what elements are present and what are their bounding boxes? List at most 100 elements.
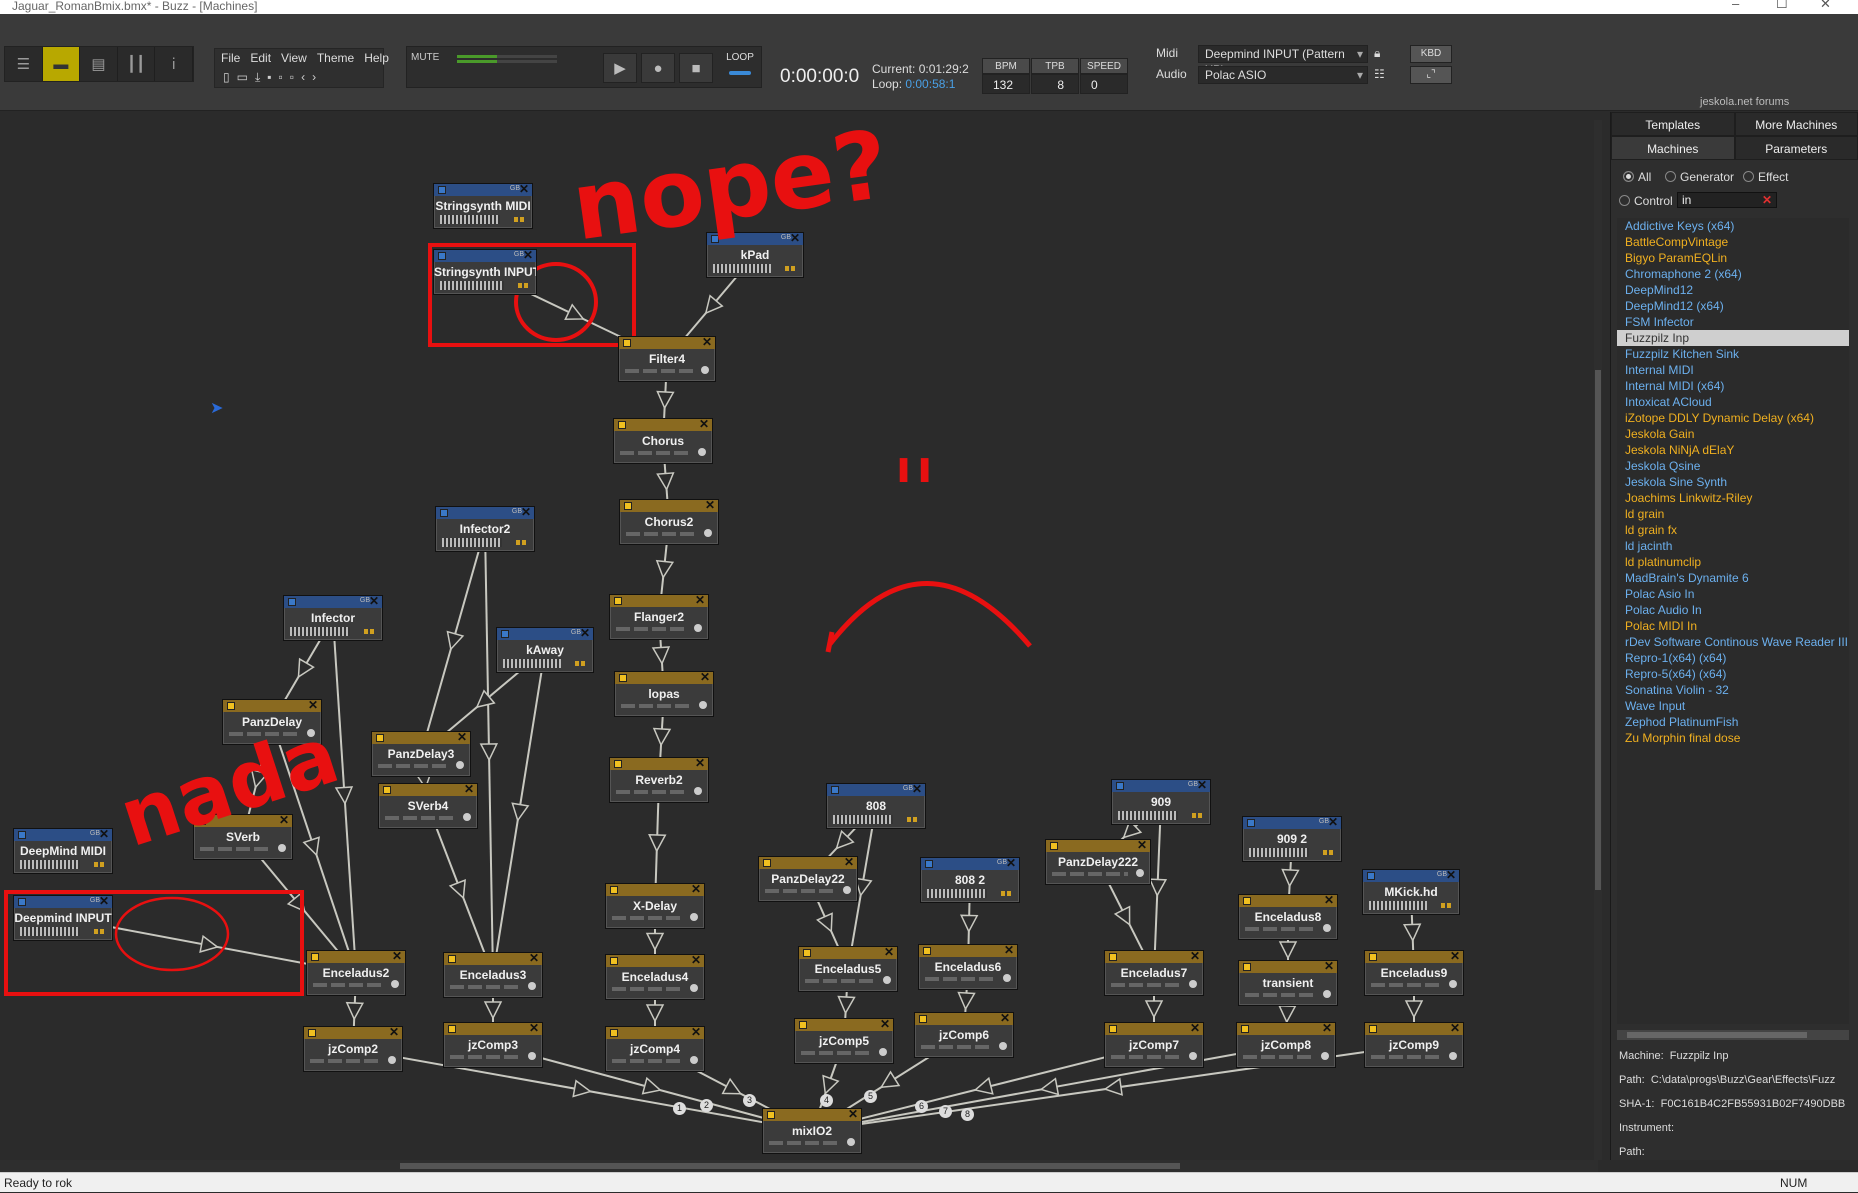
machine-led-icon[interactable] [614, 597, 622, 605]
machine-close-icon[interactable]: ✕ [1006, 856, 1016, 870]
machine-led-icon[interactable] [618, 421, 626, 429]
machine-led-icon[interactable] [831, 786, 839, 794]
machine-led-icon[interactable] [610, 1029, 618, 1037]
machine-close-icon[interactable]: ✕ [699, 417, 709, 431]
machine-list-item[interactable]: MadBrain's Dynamite 6 [1617, 570, 1849, 586]
machine-close-icon[interactable]: ✕ [523, 248, 533, 262]
machine-list-item[interactable]: Zu Morphin final dose [1617, 730, 1849, 746]
machine-list-item[interactable]: Chromaphone 2 (x64) [1617, 266, 1849, 282]
machine-close-icon[interactable]: ✕ [1446, 868, 1456, 882]
machine-close-icon[interactable]: ✕ [844, 855, 854, 869]
machine-controls[interactable] [612, 987, 682, 991]
machine-led-icon[interactable] [1243, 897, 1251, 905]
machine-close-icon[interactable]: ✕ [1000, 1011, 1010, 1025]
machine-close-icon[interactable]: ✕ [529, 1021, 539, 1035]
machine-close-icon[interactable]: ✕ [848, 1107, 858, 1121]
machine-controls[interactable] [1369, 901, 1427, 910]
machine-close-icon[interactable]: ✕ [1324, 893, 1334, 907]
menu-view[interactable]: View [281, 51, 307, 65]
machine-enceladus2[interactable]: ✕Enceladus2 [306, 950, 406, 996]
machine-list-item[interactable]: ld platinumclip [1617, 554, 1849, 570]
machine-list-item[interactable]: Fuzzpilz Kitchen Sink [1617, 346, 1849, 362]
machine-list-item[interactable]: FSM Infector [1617, 314, 1849, 330]
machine-controls[interactable] [20, 927, 80, 936]
machine-controls[interactable] [310, 1059, 380, 1063]
machine-led-icon[interactable] [925, 860, 933, 868]
machine-list-item[interactable]: BattleCompVintage [1617, 234, 1849, 250]
machine-led-icon[interactable] [18, 831, 26, 839]
machine-close-icon[interactable]: ✕ [1328, 815, 1338, 829]
machine-controls[interactable] [621, 704, 691, 708]
machine-led-icon[interactable] [448, 955, 456, 963]
pattern-view-icon[interactable]: ☰ [5, 47, 43, 81]
machine-close-icon[interactable]: ✕ [691, 953, 701, 967]
machine-chorus[interactable]: ✕Chorus [613, 418, 713, 464]
machine-list-item[interactable]: DeepMind12 [1617, 282, 1849, 298]
tab-machines[interactable]: Machines [1611, 136, 1735, 160]
machine-led-icon[interactable] [1369, 1025, 1377, 1033]
machine-close-icon[interactable]: ✕ [790, 231, 800, 245]
machine-led-icon[interactable] [614, 760, 622, 768]
filter-all[interactable]: All [1623, 170, 1651, 184]
machine-enceladus3[interactable]: ✕Enceladus3 [443, 952, 543, 998]
machine-led-icon[interactable] [227, 702, 235, 710]
machine-controls[interactable] [450, 1055, 520, 1059]
machine-led-icon[interactable] [610, 886, 618, 894]
machine-close-icon[interactable]: ✕ [884, 945, 894, 959]
machine-led-icon[interactable] [623, 339, 631, 347]
bpm-value[interactable]: 132 [982, 74, 1030, 94]
machine-close-icon[interactable]: ✕ [695, 593, 705, 607]
machine-list-item[interactable]: Repro-1(x64) (x64) [1617, 650, 1849, 666]
machine-controls[interactable] [612, 916, 682, 920]
machine-led-icon[interactable] [799, 1021, 807, 1029]
machine-close-icon[interactable]: ✕ [99, 827, 109, 841]
machine-controls[interactable] [713, 264, 771, 273]
minimize-icon[interactable]: – [1732, 0, 1739, 10]
machine-transient[interactable]: ✕transient [1238, 960, 1338, 1006]
machine-led-icon[interactable] [919, 1015, 927, 1023]
machine-led-icon[interactable] [376, 734, 384, 742]
machine-stringsynth-input[interactable]: GB✕Stringsynth INPUT [433, 249, 537, 295]
machine-list-item[interactable]: Repro-5(x64) (x64) [1617, 666, 1849, 682]
machine-controls[interactable] [1118, 811, 1178, 820]
menu-help[interactable]: Help [364, 51, 389, 65]
machine-stringsynth-midi[interactable]: GB✕Stringsynth MIDI [433, 183, 533, 229]
loop-button[interactable]: LOOP [721, 52, 759, 84]
machine-led-icon[interactable] [383, 786, 391, 794]
machine-close-icon[interactable]: ✕ [695, 756, 705, 770]
machine-close-icon[interactable]: ✕ [99, 894, 109, 908]
vertical-scrollbar[interactable] [1594, 120, 1602, 1160]
machine-enceladus4[interactable]: ✕Enceladus4 [605, 954, 705, 1000]
tab-templates[interactable]: Templates [1611, 112, 1735, 136]
machine-controls[interactable] [1245, 927, 1315, 931]
forward-icon[interactable]: › [312, 70, 316, 85]
audio-device-select[interactable]: Polac ASIO [1198, 66, 1368, 84]
machine-controls[interactable] [1245, 993, 1315, 997]
machine-jzcomp5[interactable]: ✕jzComp5 [794, 1018, 894, 1064]
machine-controls[interactable] [769, 1141, 839, 1145]
machine-led-icon[interactable] [1050, 842, 1058, 850]
machine-909-2[interactable]: GB✕909 2 [1242, 816, 1342, 862]
machine-controls[interactable] [1371, 1055, 1441, 1059]
machine-close-icon[interactable]: ✕ [457, 730, 467, 744]
machine-enceladus9[interactable]: ✕Enceladus9 [1364, 950, 1464, 996]
machine-controls[interactable] [313, 983, 383, 987]
machine-list-item[interactable]: Zephod PlatinumFish [1617, 714, 1849, 730]
machine-close-icon[interactable]: ✕ [1197, 778, 1207, 792]
filter-effect[interactable]: Effect [1743, 170, 1788, 184]
machine-close-icon[interactable]: ✕ [705, 498, 715, 512]
machine-list-item[interactable]: Jeskola Sine Synth [1617, 474, 1849, 490]
machine-list-item[interactable]: Wave Input [1617, 698, 1849, 714]
machine-controls[interactable] [616, 627, 686, 631]
machine-close-icon[interactable]: ✕ [1322, 1021, 1332, 1035]
machine-close-icon[interactable]: ✕ [580, 626, 590, 640]
machine-controls[interactable] [925, 977, 995, 981]
machine-list-item[interactable]: Addictive Keys (x64) [1617, 218, 1849, 234]
machine-808[interactable]: GB✕808 [826, 783, 926, 829]
machine-list-item[interactable]: Sonatina Violin - 32 [1617, 682, 1849, 698]
maximize-icon[interactable]: ☐ [1776, 0, 1788, 10]
machine-led-icon[interactable] [923, 947, 931, 955]
machine-panzdelay22[interactable]: ✕PanzDelay22 [758, 856, 858, 902]
machine-mkick-hd[interactable]: GB✕MKick.hd [1362, 869, 1460, 915]
machine-controls[interactable] [440, 281, 504, 290]
